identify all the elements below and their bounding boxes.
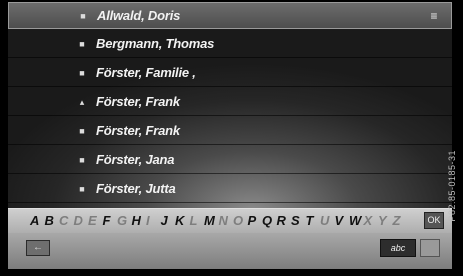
- letter-key: O: [233, 213, 244, 228]
- character-bar: OK ABCDEFGHIJKLMNOPQRSTUVWXYZ: [8, 208, 452, 233]
- contact-name: Förster, Frank: [96, 94, 180, 109]
- letter-key: Z: [392, 213, 401, 228]
- delete-button[interactable]: [420, 239, 440, 257]
- contact-name: Bergmann, Thomas: [96, 36, 215, 51]
- letter-key[interactable]: T: [306, 213, 314, 228]
- contact-row[interactable]: ▴ Förster, Frank: [8, 89, 452, 116]
- letter-key[interactable]: V: [335, 213, 344, 228]
- contact-name: Förster, Jutta: [96, 181, 176, 196]
- figure-code: P82.85-0185-31: [447, 150, 457, 222]
- letter-key[interactable]: B: [45, 213, 54, 228]
- contact-name: Förster, Frank: [96, 123, 180, 138]
- letter-key: C: [59, 213, 69, 228]
- letter-key: Y: [378, 213, 387, 228]
- contact-row[interactable]: ■ Förster, Familie ,: [8, 60, 452, 87]
- contact-card-icon: ■: [79, 126, 85, 136]
- letter-key: L: [189, 213, 198, 228]
- letter-key[interactable]: M: [204, 213, 215, 228]
- contact-row[interactable]: ■ Bergmann, Thomas: [8, 31, 452, 58]
- phonebook-screen: ■ Allwald, Doris ≡ ■ Bergmann, Thomas ■ Förste…: [8, 2, 452, 269]
- letter-key: U: [320, 213, 330, 228]
- contact-card-icon: ■: [79, 39, 85, 49]
- contact-name: Förster, Familie ,: [96, 65, 196, 80]
- letter-key[interactable]: P: [248, 213, 257, 228]
- contact-card-icon: ■: [79, 184, 85, 194]
- contact-row[interactable]: ■ Förster, Jana: [8, 147, 452, 174]
- letter-key: E: [88, 213, 97, 228]
- contact-card-icon: ■: [79, 155, 85, 165]
- contact-person-icon: ▴: [79, 97, 85, 107]
- letter-key[interactable]: S: [291, 213, 300, 228]
- contact-row[interactable]: ■ Allwald, Doris ≡: [8, 2, 452, 29]
- letter-key[interactable]: W: [349, 213, 361, 228]
- letter-key[interactable]: J: [161, 213, 168, 228]
- letter-key[interactable]: K: [175, 213, 184, 228]
- contact-card-icon: ■: [80, 11, 86, 21]
- ok-button[interactable]: OK: [424, 212, 444, 229]
- letter-key: X: [363, 213, 373, 228]
- letter-key[interactable]: H: [132, 213, 141, 228]
- letter-key: I: [146, 213, 150, 228]
- contact-name: Förster, Jana: [96, 152, 175, 167]
- letter-key[interactable]: R: [277, 213, 286, 228]
- contact-name: Allwald, Doris: [97, 8, 181, 23]
- contact-row[interactable]: ■ Förster, Frank: [8, 118, 452, 145]
- contact-card-icon: ■: [79, 68, 85, 78]
- contact-row[interactable]: ■ Förster, Jutta: [8, 176, 452, 203]
- details-icon[interactable]: ≡: [425, 10, 443, 22]
- letter-key[interactable]: A: [30, 213, 39, 228]
- letter-key: N: [218, 213, 228, 228]
- bottom-bar: ← abc: [8, 233, 452, 269]
- back-arrow-icon: ←: [33, 242, 43, 253]
- back-button[interactable]: ←: [26, 240, 50, 256]
- letter-key[interactable]: F: [103, 213, 111, 228]
- letter-key: G: [117, 213, 128, 228]
- input-mode-button[interactable]: abc: [380, 239, 416, 257]
- letter-key: D: [73, 213, 83, 228]
- letter-key[interactable]: Q: [262, 213, 272, 228]
